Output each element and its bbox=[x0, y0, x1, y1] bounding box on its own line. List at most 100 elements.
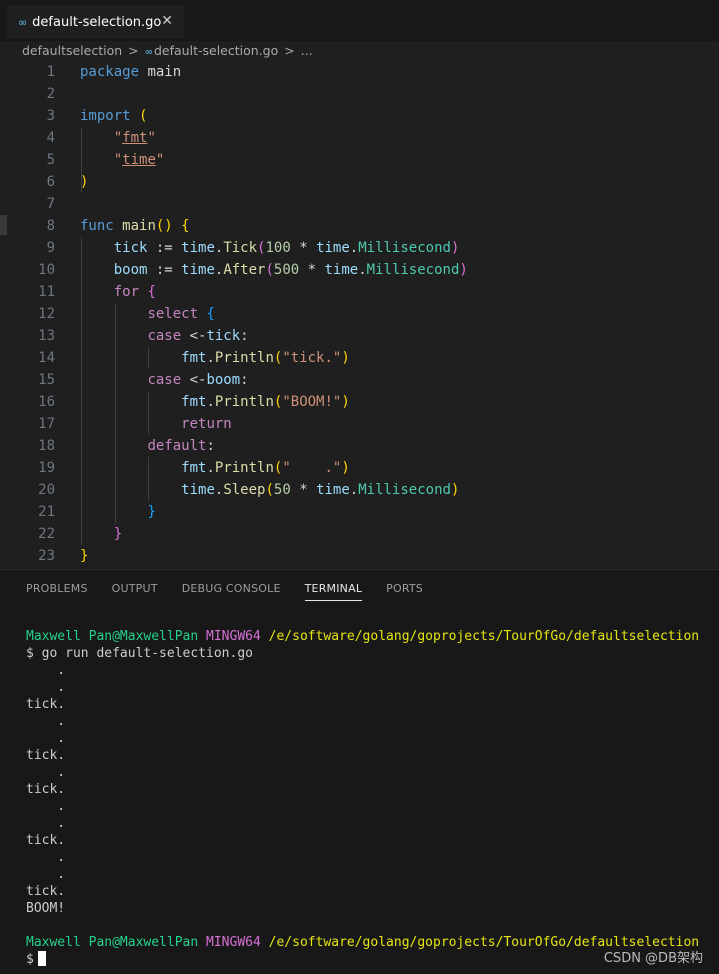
code-text: package main bbox=[80, 64, 182, 80]
line-number: 13 bbox=[38, 328, 55, 344]
chevron-right-icon: > bbox=[128, 42, 139, 58]
code-text: func main() { bbox=[80, 218, 190, 234]
code-text: fmt.Println("tick.") bbox=[181, 350, 350, 366]
line-number: 4 bbox=[46, 130, 55, 146]
line-number: 1 bbox=[46, 64, 55, 80]
code-line[interactable]: 9 tick := time.Tick(100 * time.Milliseco… bbox=[0, 237, 719, 259]
code-line[interactable]: 7 bbox=[0, 193, 719, 215]
code-line[interactable]: 1 package main bbox=[0, 61, 719, 83]
line-number: 10 bbox=[38, 262, 55, 278]
terminal-output-line: tick. bbox=[26, 782, 66, 797]
line-number: 11 bbox=[38, 284, 55, 300]
code-line[interactable]: 11 for { bbox=[0, 281, 719, 303]
code-text: } bbox=[113, 526, 123, 542]
code-text: } bbox=[147, 504, 156, 520]
terminal-output-line: . bbox=[26, 867, 66, 882]
code-line[interactable]: 20 time.Sleep(50 * time.Millisecond) bbox=[0, 479, 719, 501]
code-line[interactable]: 16 fmt.Println("BOOM!") bbox=[0, 391, 719, 413]
code-line[interactable]: 4 "fmt" bbox=[0, 127, 719, 149]
breadcrumb-file[interactable]: ∞ default-selection.go bbox=[145, 43, 279, 58]
indent-guide bbox=[81, 127, 82, 193]
code-line[interactable]: 21 } bbox=[0, 501, 719, 523]
breadcrumb-symbol[interactable]: ... bbox=[301, 43, 313, 58]
watermark: CSDN @DB架构 bbox=[603, 951, 703, 966]
code-line[interactable]: 6) bbox=[0, 171, 719, 193]
terminal-prompt: Maxwell Pan@MaxwellPan MINGW64 /e/softwa… bbox=[26, 629, 700, 644]
line-number: 5 bbox=[46, 152, 55, 168]
code-text: fmt.Println(" .") bbox=[181, 460, 350, 476]
go-file-icon: ∞ bbox=[144, 46, 153, 58]
tab-ports[interactable]: PORTS bbox=[386, 582, 423, 601]
code-line[interactable]: 19 fmt.Println(" .") bbox=[0, 457, 719, 479]
code-text: boom := time.After(500 * time.Millisecon… bbox=[113, 262, 468, 278]
tab-debug-console[interactable]: DEBUG CONSOLE bbox=[182, 582, 281, 601]
line-number: 20 bbox=[38, 482, 55, 498]
code-text: tick := time.Tick(100 * time.Millisecond… bbox=[113, 240, 460, 256]
terminal-command: $ go run default-selection.go bbox=[26, 646, 253, 661]
code-line[interactable]: 15 case <-boom: bbox=[0, 369, 719, 391]
line-number: 22 bbox=[38, 526, 55, 542]
terminal-input-line: $ bbox=[26, 951, 46, 968]
breadcrumb: defaultselection > ∞ default-selection.go… bbox=[22, 41, 702, 59]
terminal-output-line: tick. bbox=[26, 748, 66, 763]
line-number: 8 bbox=[46, 218, 55, 234]
terminal-output-line: . bbox=[26, 799, 66, 814]
line-number: 2 bbox=[46, 86, 55, 102]
line-number: 19 bbox=[38, 460, 55, 476]
breadcrumb-folder[interactable]: defaultselection bbox=[22, 43, 122, 58]
terminal-output-line: . bbox=[26, 714, 66, 729]
line-number: 17 bbox=[38, 416, 55, 432]
line-number: 16 bbox=[38, 394, 55, 410]
terminal-output-line: . bbox=[26, 816, 66, 831]
line-number: 18 bbox=[38, 438, 55, 454]
terminal-output-line: tick. bbox=[26, 697, 66, 712]
code-line[interactable]: 2 bbox=[0, 83, 719, 105]
code-line[interactable]: 12 select { bbox=[0, 303, 719, 325]
code-line[interactable]: 10 boom := time.After(500 * time.Millise… bbox=[0, 259, 719, 281]
code-text: import ( bbox=[80, 108, 148, 124]
code-text: } bbox=[80, 548, 89, 564]
tab-problems[interactable]: PROBLEMS bbox=[26, 582, 88, 601]
terminal-output-line: . bbox=[26, 850, 66, 865]
line-number: 23 bbox=[38, 548, 55, 564]
code-text: return bbox=[181, 416, 232, 432]
code-line[interactable]: 8 func main() { bbox=[0, 215, 719, 237]
code-line[interactable]: 5 "time" bbox=[0, 149, 719, 171]
code-line[interactable]: 14 fmt.Println("tick.") bbox=[0, 347, 719, 369]
code-text: "fmt" bbox=[113, 130, 156, 146]
code-text: default: bbox=[147, 438, 215, 454]
close-icon[interactable]: ✕ bbox=[161, 13, 173, 29]
code-line[interactable]: 13 case <-tick: bbox=[0, 325, 719, 347]
indent-guide bbox=[81, 237, 82, 545]
line-number: 14 bbox=[38, 350, 55, 366]
line-number: 12 bbox=[38, 306, 55, 322]
breadcrumb-file-label: default-selection.go bbox=[154, 42, 279, 58]
terminal-output-line: tick. bbox=[26, 833, 66, 848]
code-line[interactable]: 17 return bbox=[0, 413, 719, 435]
code-line[interactable]: 23} bbox=[0, 545, 719, 567]
code-text: "time" bbox=[113, 152, 165, 168]
code-text: time.Sleep(50 * time.Millisecond) bbox=[181, 482, 460, 498]
indent-guide bbox=[114, 303, 116, 523]
tab-default-selection-go[interactable]: ∞ default-selection.go ✕ bbox=[7, 5, 184, 39]
code-text: case <-tick: bbox=[147, 328, 249, 344]
chevron-right-icon: > bbox=[284, 42, 295, 58]
line-number: 9 bbox=[46, 240, 55, 256]
code-text: select { bbox=[147, 306, 215, 322]
tab-terminal[interactable]: TERMINAL bbox=[304, 582, 363, 601]
code-text: for { bbox=[113, 284, 156, 300]
terminal-output-line: . bbox=[26, 680, 66, 695]
line-number: 3 bbox=[46, 108, 55, 124]
tab-output[interactable]: OUTPUT bbox=[112, 582, 158, 601]
terminal-cursor bbox=[37, 951, 46, 966]
terminal-output-line: . bbox=[26, 731, 66, 746]
terminal-output-line: . bbox=[26, 765, 66, 780]
code-line[interactable]: 22 } bbox=[0, 523, 719, 545]
terminal-output-line: . bbox=[26, 663, 66, 678]
code-line[interactable]: 3 import ( bbox=[0, 105, 719, 127]
terminal-prompt: Maxwell Pan@MaxwellPan MINGW64 /e/softwa… bbox=[26, 935, 700, 950]
code-line[interactable]: 18 default: bbox=[0, 435, 719, 457]
panel-tab-list: PROBLEMS OUTPUT DEBUG CONSOLE TERMINAL P… bbox=[26, 582, 423, 601]
code-editor[interactable]: 1 package main 2 3 import (4 "fmt" 5 "time" 6)… bbox=[0, 61, 719, 567]
code-text: case <-boom: bbox=[147, 372, 249, 388]
